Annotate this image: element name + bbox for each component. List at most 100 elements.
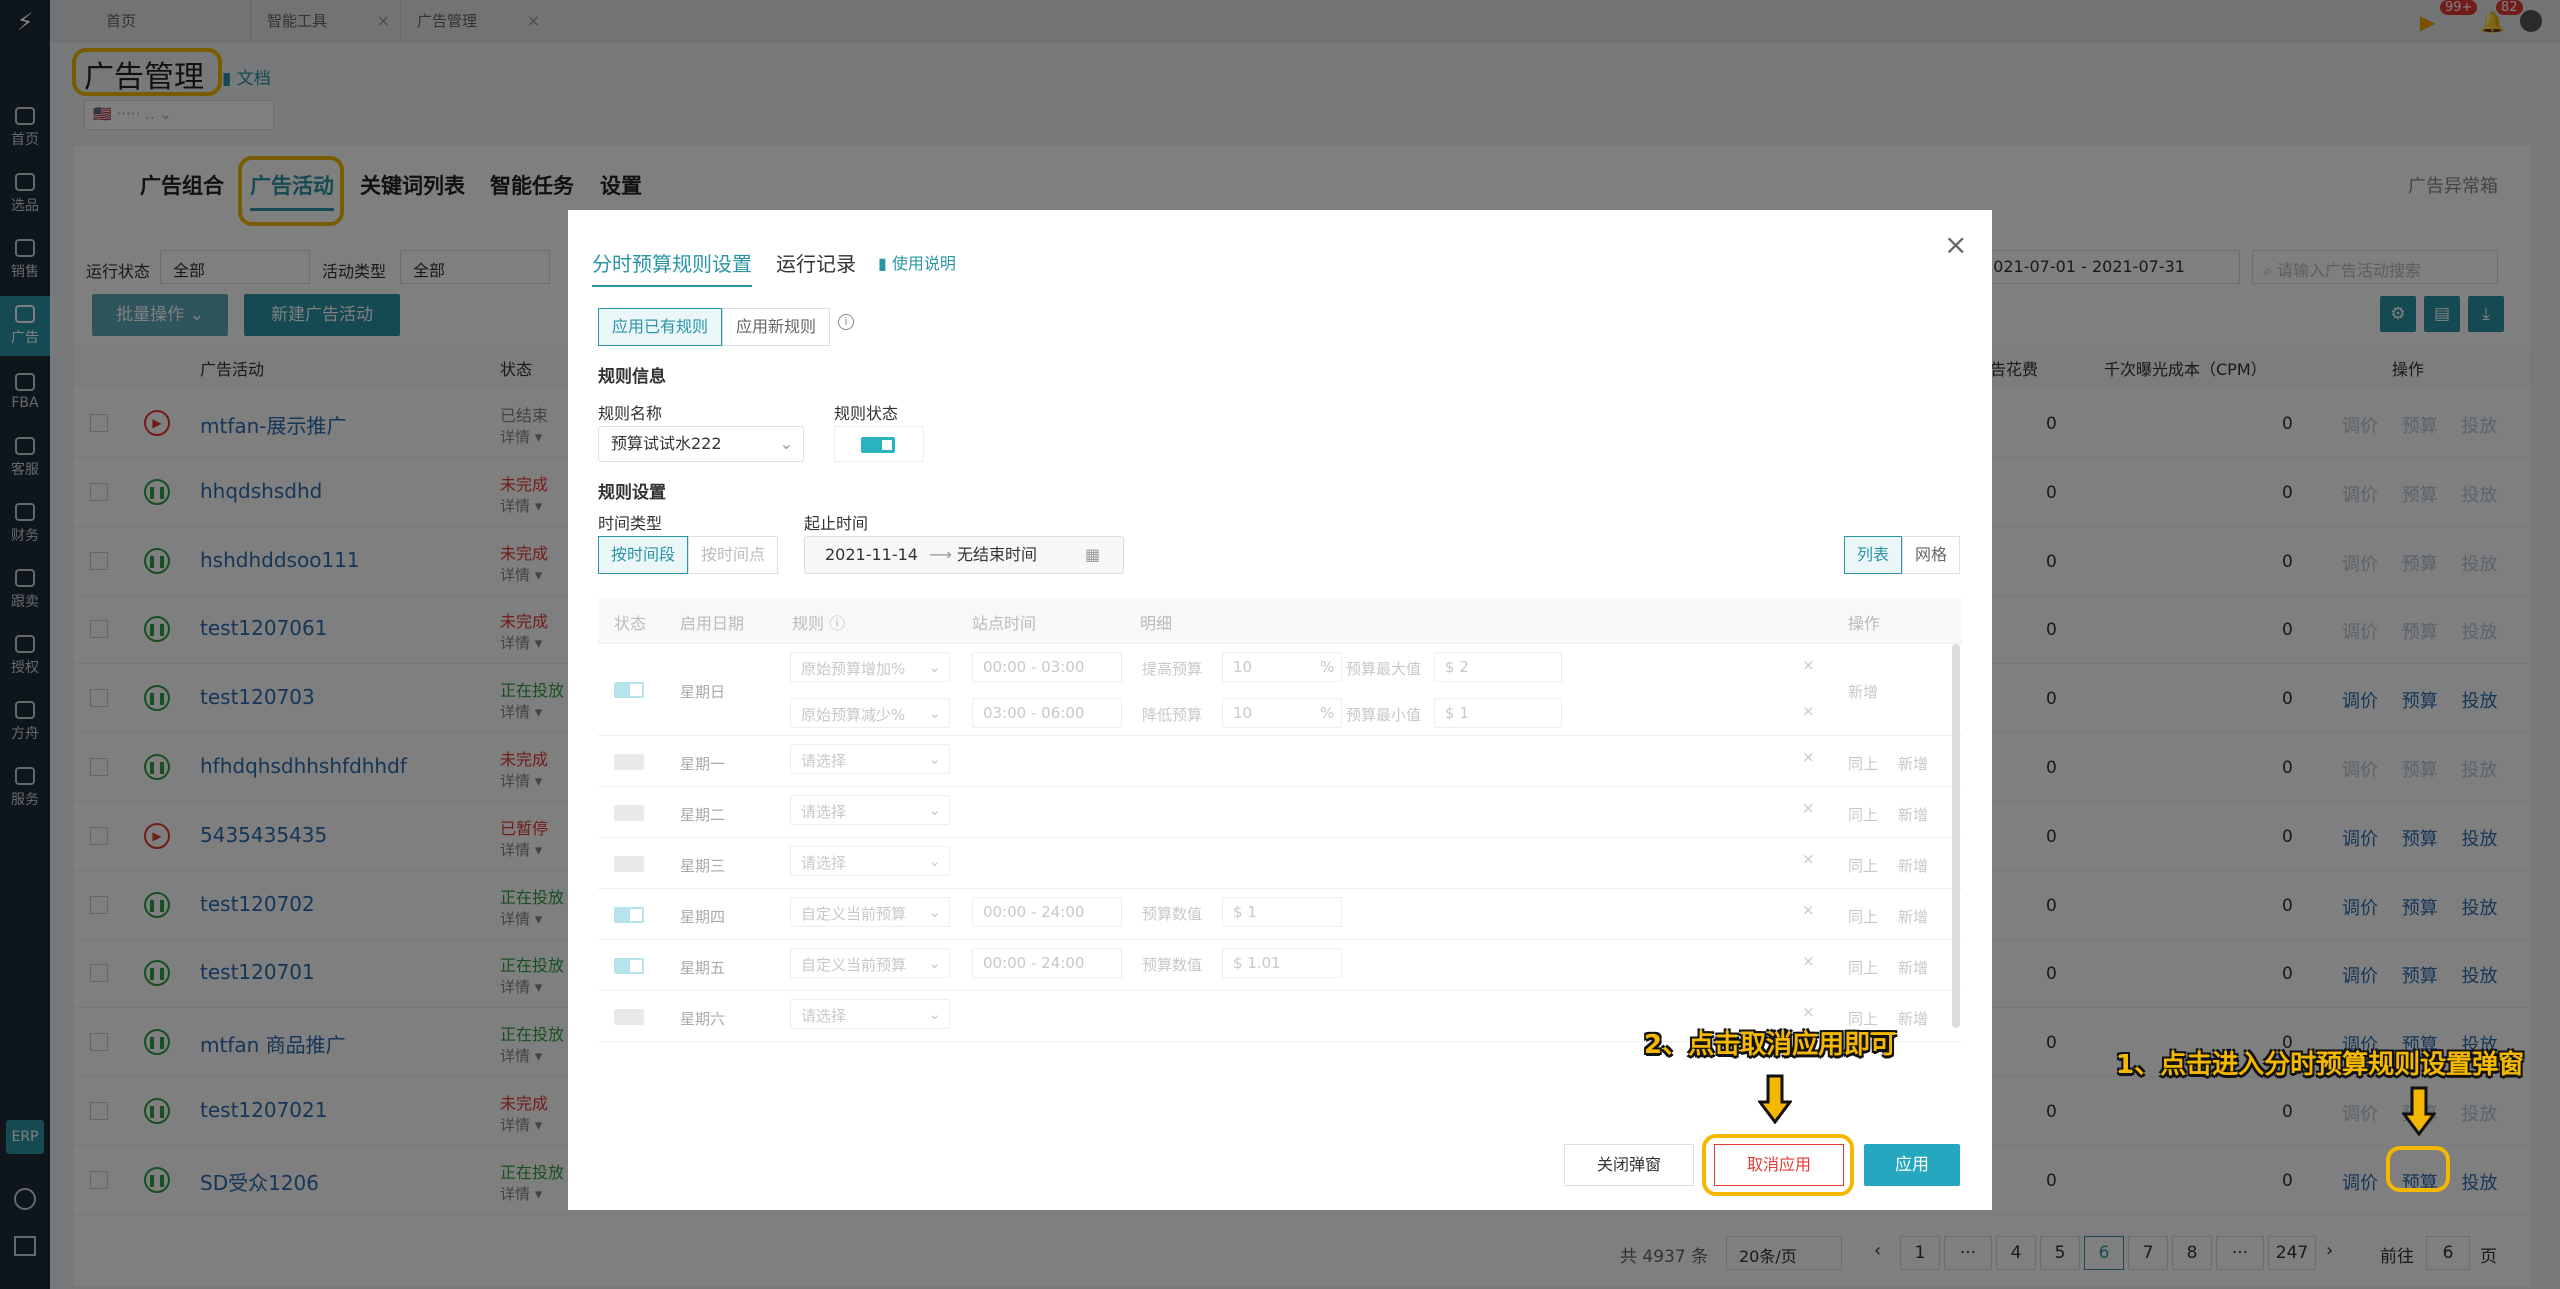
tab-run-log[interactable]: 运行记录 bbox=[776, 248, 856, 277]
row-op-link[interactable]: 新增 bbox=[1898, 804, 1928, 825]
rule-name-value: 预算试试水222 bbox=[611, 434, 722, 453]
time-type-label: 时间类型 bbox=[598, 514, 663, 533]
detail-label: 降低预算 bbox=[1142, 706, 1203, 724]
rule-select[interactable]: 请选择 ⌄ bbox=[790, 999, 950, 1029]
start-end-label: 起止时间 bbox=[804, 514, 869, 533]
rule-select[interactable]: 自定义当前预算 ⌄ bbox=[790, 948, 950, 978]
detail-label: 提高预算 bbox=[1142, 660, 1203, 678]
rule-settings-heading: 规则设置 bbox=[598, 483, 666, 503]
detail-input[interactable]: $ 1.01 bbox=[1222, 948, 1342, 978]
th-detail: 明细 bbox=[1140, 614, 1173, 633]
chevron-down-icon: ⌄ bbox=[928, 658, 941, 676]
detail-input[interactable]: $ 1 bbox=[1222, 897, 1342, 927]
percent-unit: % bbox=[1320, 658, 1335, 676]
day-label: 星期一 bbox=[680, 754, 726, 773]
site-time-picker[interactable]: 00:00 - 03:00 bbox=[972, 652, 1122, 682]
row-op-link[interactable]: 新增 bbox=[1848, 681, 1878, 702]
time-range-button[interactable]: 按时间段 bbox=[598, 536, 688, 574]
rule-select[interactable]: 原始预算减少% ⌄ bbox=[790, 698, 950, 728]
rule-select[interactable]: 请选择 ⌄ bbox=[790, 795, 950, 825]
rule-name-select[interactable]: 预算试试水222 ⌄ bbox=[598, 426, 804, 462]
remove-icon[interactable]: × bbox=[1802, 850, 1815, 868]
date-range-picker[interactable]: 2021-11-14 ⟶ 无结束时间 ▦ bbox=[804, 536, 1124, 574]
apply-button[interactable]: 应用 bbox=[1864, 1144, 1960, 1186]
row-op-link[interactable]: 新增 bbox=[1898, 906, 1928, 927]
rule-value: 请选择 bbox=[801, 752, 847, 770]
currency: $ bbox=[1445, 704, 1455, 722]
row-op-link[interactable]: 新增 bbox=[1898, 1008, 1928, 1029]
remove-icon[interactable]: × bbox=[1802, 748, 1815, 766]
budget-button-highlight bbox=[2386, 1146, 2450, 1192]
th-site-time: 站点时间 bbox=[972, 614, 1037, 633]
close-icon[interactable]: × bbox=[1944, 228, 1967, 261]
help-label: 使用说明 bbox=[891, 254, 956, 273]
limit-value: 1 bbox=[1459, 704, 1469, 722]
rule-day-row: 星期日 原始预算增加% ⌄ 00:00 - 03:00 提高预算 10% 预算最大值 $ 2 ×… bbox=[598, 644, 1962, 736]
remove-icon[interactable]: × bbox=[1802, 1003, 1815, 1021]
rule-select[interactable]: 请选择 ⌄ bbox=[790, 744, 950, 774]
row-op-link[interactable]: 同上 bbox=[1848, 753, 1878, 774]
calendar-icon: ▦ bbox=[1085, 545, 1101, 564]
site-time-picker[interactable]: 03:00 - 06:00 bbox=[972, 698, 1122, 728]
rule-table-scrollbar[interactable] bbox=[1952, 644, 1960, 1028]
row-op-link[interactable]: 新增 bbox=[1898, 855, 1928, 876]
day-toggle[interactable] bbox=[614, 855, 644, 872]
rule-select[interactable]: 原始预算增加% ⌄ bbox=[790, 652, 950, 682]
day-toggle[interactable] bbox=[614, 804, 644, 821]
row-op-link[interactable]: 同上 bbox=[1848, 804, 1878, 825]
help-link[interactable]: ▮ 使用说明 bbox=[878, 250, 956, 274]
chevron-down-icon: ⌄ bbox=[928, 852, 941, 870]
apply-existing-rule-button[interactable]: 应用已有规则 bbox=[598, 308, 722, 346]
remove-icon[interactable]: × bbox=[1802, 702, 1815, 720]
apply-new-rule-button[interactable]: 应用新规则 bbox=[722, 308, 830, 346]
remove-icon[interactable]: × bbox=[1802, 799, 1815, 817]
rule-status-toggle[interactable] bbox=[834, 426, 924, 462]
rule-value: 自定义当前预算 bbox=[801, 956, 907, 974]
remove-icon[interactable]: × bbox=[1802, 901, 1815, 919]
rule-status-label: 规则状态 bbox=[834, 404, 899, 423]
day-toggle[interactable] bbox=[614, 753, 644, 770]
day-label: 星期五 bbox=[680, 958, 726, 977]
limit-input[interactable]: $ 2 bbox=[1434, 652, 1562, 682]
detail-value: 10 bbox=[1233, 658, 1253, 676]
th-rule-label: 规则 bbox=[792, 614, 825, 633]
rule-select[interactable]: 请选择 ⌄ bbox=[790, 846, 950, 876]
rule-select[interactable]: 自定义当前预算 ⌄ bbox=[790, 897, 950, 927]
chevron-down-icon: ⌄ bbox=[928, 954, 941, 972]
arrow-down-icon bbox=[2402, 1086, 2436, 1136]
tab-budget-rule-settings[interactable]: 分时预算规则设置 bbox=[592, 248, 752, 287]
row-op-link[interactable]: 同上 bbox=[1848, 906, 1878, 927]
rule-day-row: 星期五 自定义当前预算 ⌄ 00:00 - 24:00 预算数值 $ 1.01 × 同上 新增 bbox=[598, 940, 1962, 991]
close-modal-button[interactable]: 关闭弹窗 bbox=[1564, 1144, 1694, 1186]
remove-icon[interactable]: × bbox=[1802, 656, 1815, 674]
row-op-link[interactable]: 新增 bbox=[1898, 753, 1928, 774]
row-op-link[interactable]: 同上 bbox=[1848, 855, 1878, 876]
grid-view-button[interactable]: 网格 bbox=[1902, 536, 1960, 574]
rule-name-label: 规则名称 bbox=[598, 404, 663, 423]
site-time-picker[interactable]: 00:00 - 24:00 bbox=[972, 948, 1122, 978]
th-date: 启用日期 bbox=[680, 614, 745, 633]
th-ops: 操作 bbox=[1848, 614, 1881, 633]
arrow-right-icon: ⟶ bbox=[929, 545, 952, 564]
start-date: 2021-11-14 bbox=[825, 545, 918, 564]
time-point-button[interactable]: 按时间点 bbox=[688, 536, 778, 574]
row-op-link[interactable]: 新增 bbox=[1898, 957, 1928, 978]
currency: $ bbox=[1445, 658, 1455, 676]
day-toggle[interactable] bbox=[614, 957, 644, 974]
row-op-link[interactable]: 同上 bbox=[1848, 957, 1878, 978]
rule-value: 原始预算增加% bbox=[801, 660, 906, 678]
chevron-down-icon: ⌄ bbox=[928, 750, 941, 768]
th-status: 状态 bbox=[614, 614, 647, 633]
day-toggle[interactable] bbox=[614, 906, 644, 923]
limit-value: 2 bbox=[1459, 658, 1469, 676]
currency: $ bbox=[1233, 903, 1243, 921]
day-label: 星期二 bbox=[680, 805, 726, 824]
limit-input[interactable]: $ 1 bbox=[1434, 698, 1562, 728]
list-view-button[interactable]: 列表 bbox=[1844, 536, 1902, 574]
day-label: 星期六 bbox=[680, 1009, 726, 1028]
site-time-picker[interactable]: 00:00 - 24:00 bbox=[972, 897, 1122, 927]
chevron-down-icon: ⌄ bbox=[928, 704, 941, 722]
remove-icon[interactable]: × bbox=[1802, 952, 1815, 970]
day-toggle[interactable] bbox=[614, 1008, 644, 1025]
day-toggle[interactable] bbox=[614, 682, 644, 698]
